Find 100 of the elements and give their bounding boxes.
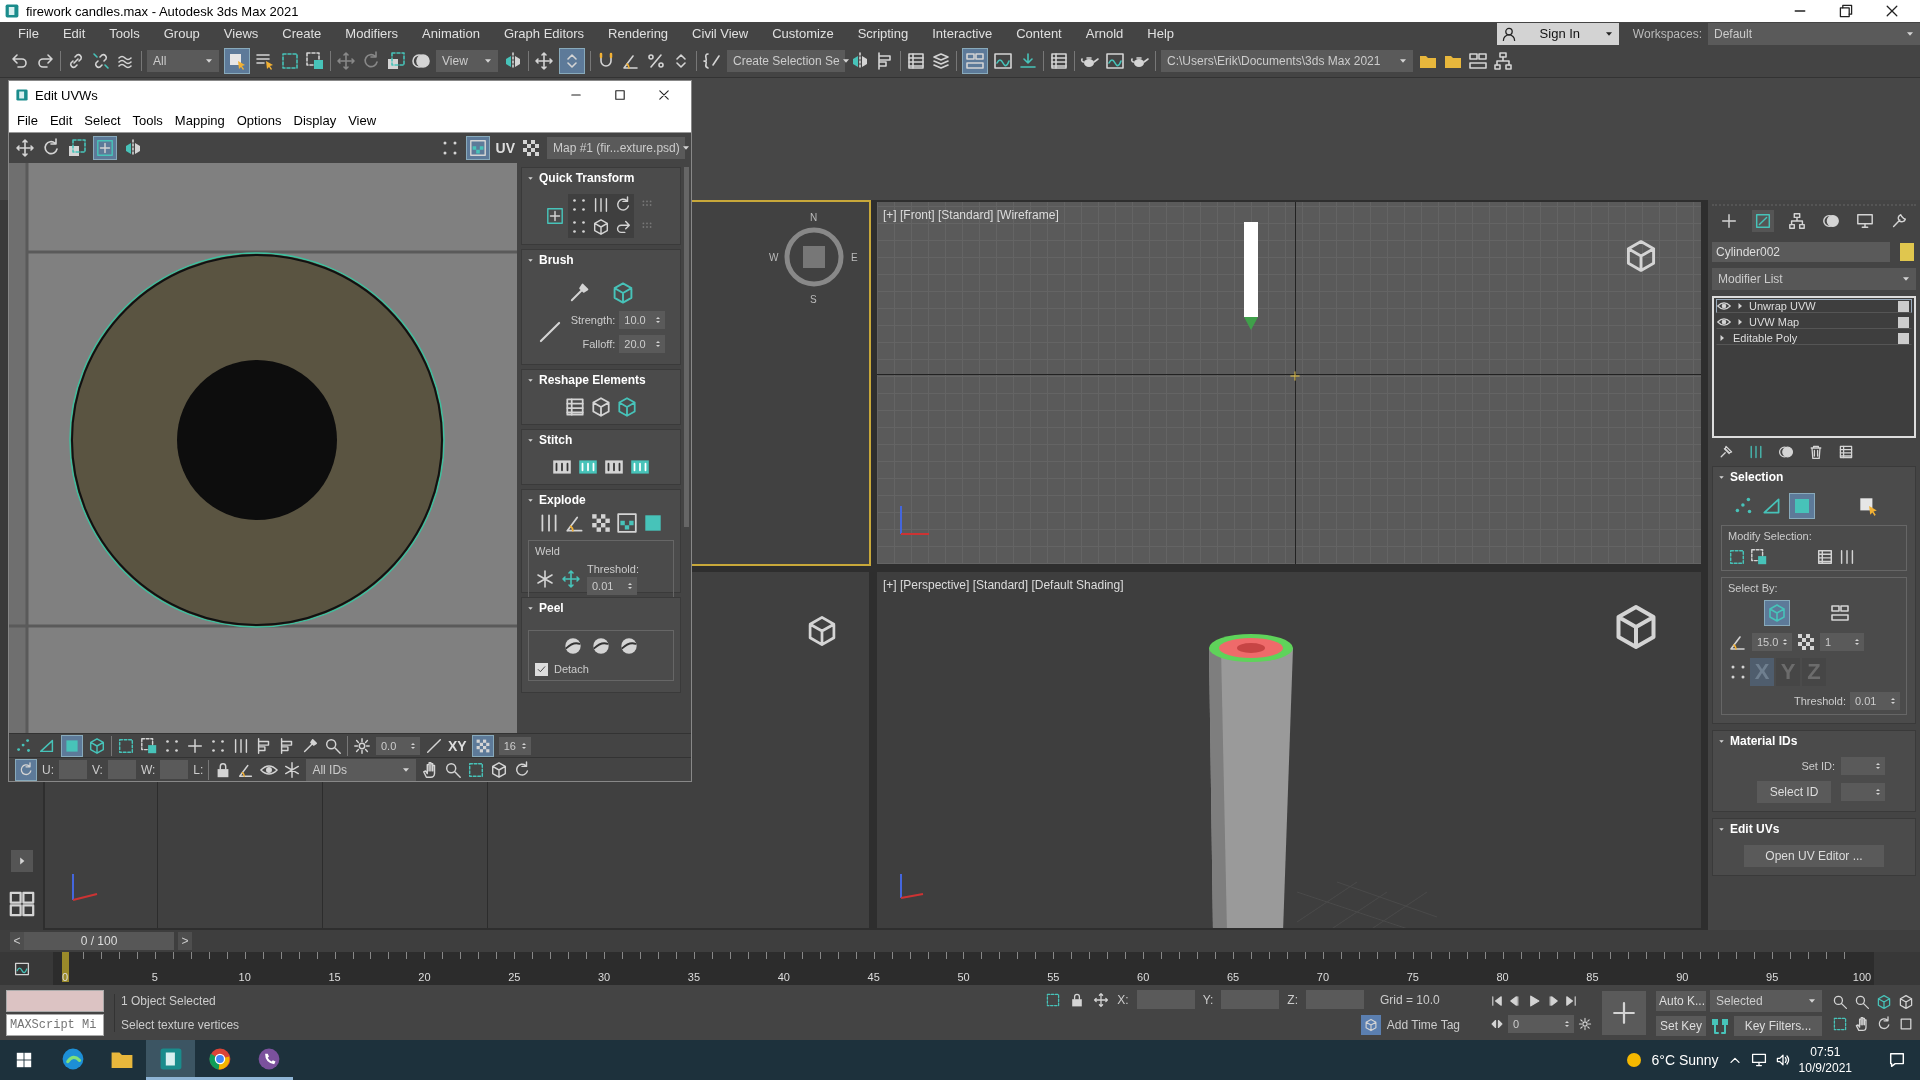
menu-item[interactable]: Tools xyxy=(97,22,152,45)
time-tag-label: Add Time Tag xyxy=(1386,1018,1460,1032)
menu-item[interactable]: File xyxy=(11,113,44,128)
threshold-field[interactable]: 0.01 xyxy=(587,577,637,595)
rollout-header[interactable]: Peel xyxy=(522,598,680,618)
menu-item[interactable]: Create xyxy=(270,22,334,45)
menu-item[interactable]: Rendering xyxy=(596,22,681,45)
menu-item[interactable]: Edit xyxy=(43,113,79,128)
project-folder-dropdown[interactable]: C:\Users\Erik\Documents\3ds Max 2021 xyxy=(1161,50,1413,72)
threshold-label: Threshold: xyxy=(1794,695,1846,707)
select-id-button[interactable]: Select ID xyxy=(1757,781,1831,803)
frame-number: 10 xyxy=(238,971,251,983)
modifier-item[interactable]: UVW Map xyxy=(1716,315,1912,329)
modifier-list-dropdown[interactable]: Modifier List xyxy=(1712,268,1916,290)
grid-count-field[interactable]: 16 xyxy=(498,736,531,755)
frame-number: 25 xyxy=(508,971,521,983)
previous-frame-button[interactable]: < xyxy=(10,932,24,950)
frame-field[interactable]: 0 xyxy=(1508,1014,1574,1033)
w-label: W: xyxy=(140,762,156,777)
frame-number: 60 xyxy=(1137,971,1150,983)
frame-number: 45 xyxy=(867,971,880,983)
frame-number: 50 xyxy=(957,971,970,983)
menu-item[interactable]: Customize xyxy=(760,22,846,45)
modifier-item[interactable]: Editable Poly xyxy=(1716,331,1912,345)
menu-item[interactable]: Tools xyxy=(126,113,169,128)
object-name-field[interactable]: Cylinder002 xyxy=(1712,242,1890,262)
compass-letter: S xyxy=(810,294,817,305)
next-frame-button[interactable]: > xyxy=(178,932,192,950)
selection-filter-dropdown[interactable]: All xyxy=(147,50,219,72)
angle-field[interactable]: 0.0 xyxy=(376,736,420,755)
field-label: Falloff: xyxy=(582,338,616,350)
rollout-header[interactable]: Material IDs xyxy=(1713,731,1915,751)
rollout-header[interactable]: Brush xyxy=(522,250,680,270)
clock[interactable]: 07:51 10/9/2021 xyxy=(1798,1044,1852,1076)
menu-item[interactable]: Scripting xyxy=(845,22,921,45)
menu-item[interactable]: Arnold xyxy=(1073,22,1136,45)
menu-item[interactable]: Mapping xyxy=(168,113,231,128)
menu-item[interactable]: Help xyxy=(1135,22,1187,45)
rollout-header[interactable]: Edit UVs xyxy=(1713,819,1915,839)
compass-letter: W xyxy=(769,252,779,263)
menu-item[interactable]: Interactive xyxy=(920,22,1005,45)
brush-value-field[interactable]: 10.0 xyxy=(619,311,666,329)
threshold-field[interactable]: 0.01 xyxy=(1850,692,1900,710)
modify-selection-label: Modify Selection: xyxy=(1728,530,1813,542)
uv-space-label[interactable]: UV xyxy=(495,140,515,156)
menu-item[interactable]: Options xyxy=(230,113,288,128)
menu-item[interactable]: Animation xyxy=(410,22,492,45)
frame-number: 30 xyxy=(597,971,611,983)
menu-item[interactable]: Civil View xyxy=(680,22,761,45)
menu-item[interactable]: View xyxy=(342,113,383,128)
frame-number: 80 xyxy=(1496,971,1509,983)
auto-key-button[interactable]: Auto K... xyxy=(1656,990,1706,1011)
time-slider-thumb[interactable]: 0 / 100 xyxy=(24,932,174,950)
viewport-label[interactable]: [+] [Perspective] [Standard] [Default Shading] xyxy=(883,578,1124,592)
rollout-header[interactable]: Explode xyxy=(522,490,680,510)
window-title: Edit UVWs xyxy=(35,87,99,103)
menu-item[interactable]: Views xyxy=(211,22,271,45)
track-bar[interactable]: 0 5 10 15 20 25 30 35 40 45 50 55 60 65 70 75 80 85 90 95 100 xyxy=(53,952,1874,985)
viewport-label[interactable]: [+] [Front] [Standard] [Wireframe] xyxy=(883,208,1059,222)
menu-item[interactable]: Edit xyxy=(50,22,98,45)
axis-toggle[interactable]: XY xyxy=(448,737,467,754)
maxscript-field[interactable]: MAXScript Mi xyxy=(6,1013,104,1036)
menu-item[interactable]: File xyxy=(6,22,51,45)
menu-item[interactable]: Modifiers xyxy=(333,22,411,45)
frame-number: 5 xyxy=(151,971,158,983)
v-label: V: xyxy=(92,762,103,777)
frame-number: 85 xyxy=(1586,971,1599,983)
open-uv-editor-button[interactable]: Open UV Editor ... xyxy=(1744,845,1884,867)
menu-item[interactable]: Group xyxy=(151,22,212,45)
menu-item[interactable]: Content xyxy=(1004,22,1074,45)
compass-letter: E xyxy=(851,252,858,263)
frame-number: 20 xyxy=(418,971,431,983)
key-filters-button[interactable]: Key Filters... xyxy=(1734,1015,1822,1036)
frame-number: 75 xyxy=(1406,971,1419,983)
count-field[interactable]: 1 xyxy=(1820,633,1864,651)
brush-value-field[interactable]: 20.0 xyxy=(619,335,666,353)
compass-letter: N xyxy=(810,212,818,223)
sign-in-button[interactable]: Sign In xyxy=(1496,22,1619,45)
y-label: Y: xyxy=(1202,992,1214,1007)
frame-number: 65 xyxy=(1226,971,1240,983)
window-title: firework candles.max - Autodesk 3ds Max 2021 xyxy=(26,3,300,19)
threshold-label: Threshold: xyxy=(587,563,639,575)
l-label: L: xyxy=(193,762,204,777)
viewport[interactable]: [+] [Perspective] [Standard] [Default Shading] xyxy=(875,570,1703,930)
key-mode-dropdown[interactable]: Selected xyxy=(1710,989,1822,1012)
weld-label: Weld xyxy=(535,545,561,557)
menu-item[interactable]: Select xyxy=(78,113,127,128)
x-label: X: xyxy=(1117,992,1129,1007)
rollout-header[interactable]: Selection xyxy=(1713,467,1915,487)
reference-dropdown[interactable]: View xyxy=(436,50,498,72)
angle-field[interactable]: 15.0 xyxy=(1752,633,1792,651)
viewport[interactable]: [+] [Front] [Standard] [Wireframe] xyxy=(875,200,1703,566)
modifier-item[interactable]: Unwrap UVW xyxy=(1716,299,1912,313)
id-filter-dropdown[interactable]: All IDs xyxy=(306,758,417,781)
frame-number: 90 xyxy=(1676,971,1689,983)
set-key-button[interactable]: Set Key xyxy=(1656,1015,1706,1036)
menu-item[interactable]: Display xyxy=(287,113,343,128)
weather[interactable]: 6°C Sunny xyxy=(1651,1052,1719,1068)
workspace-dropdown[interactable]: Default xyxy=(1708,22,1920,45)
menu-item[interactable]: Graph Editors xyxy=(491,22,597,45)
